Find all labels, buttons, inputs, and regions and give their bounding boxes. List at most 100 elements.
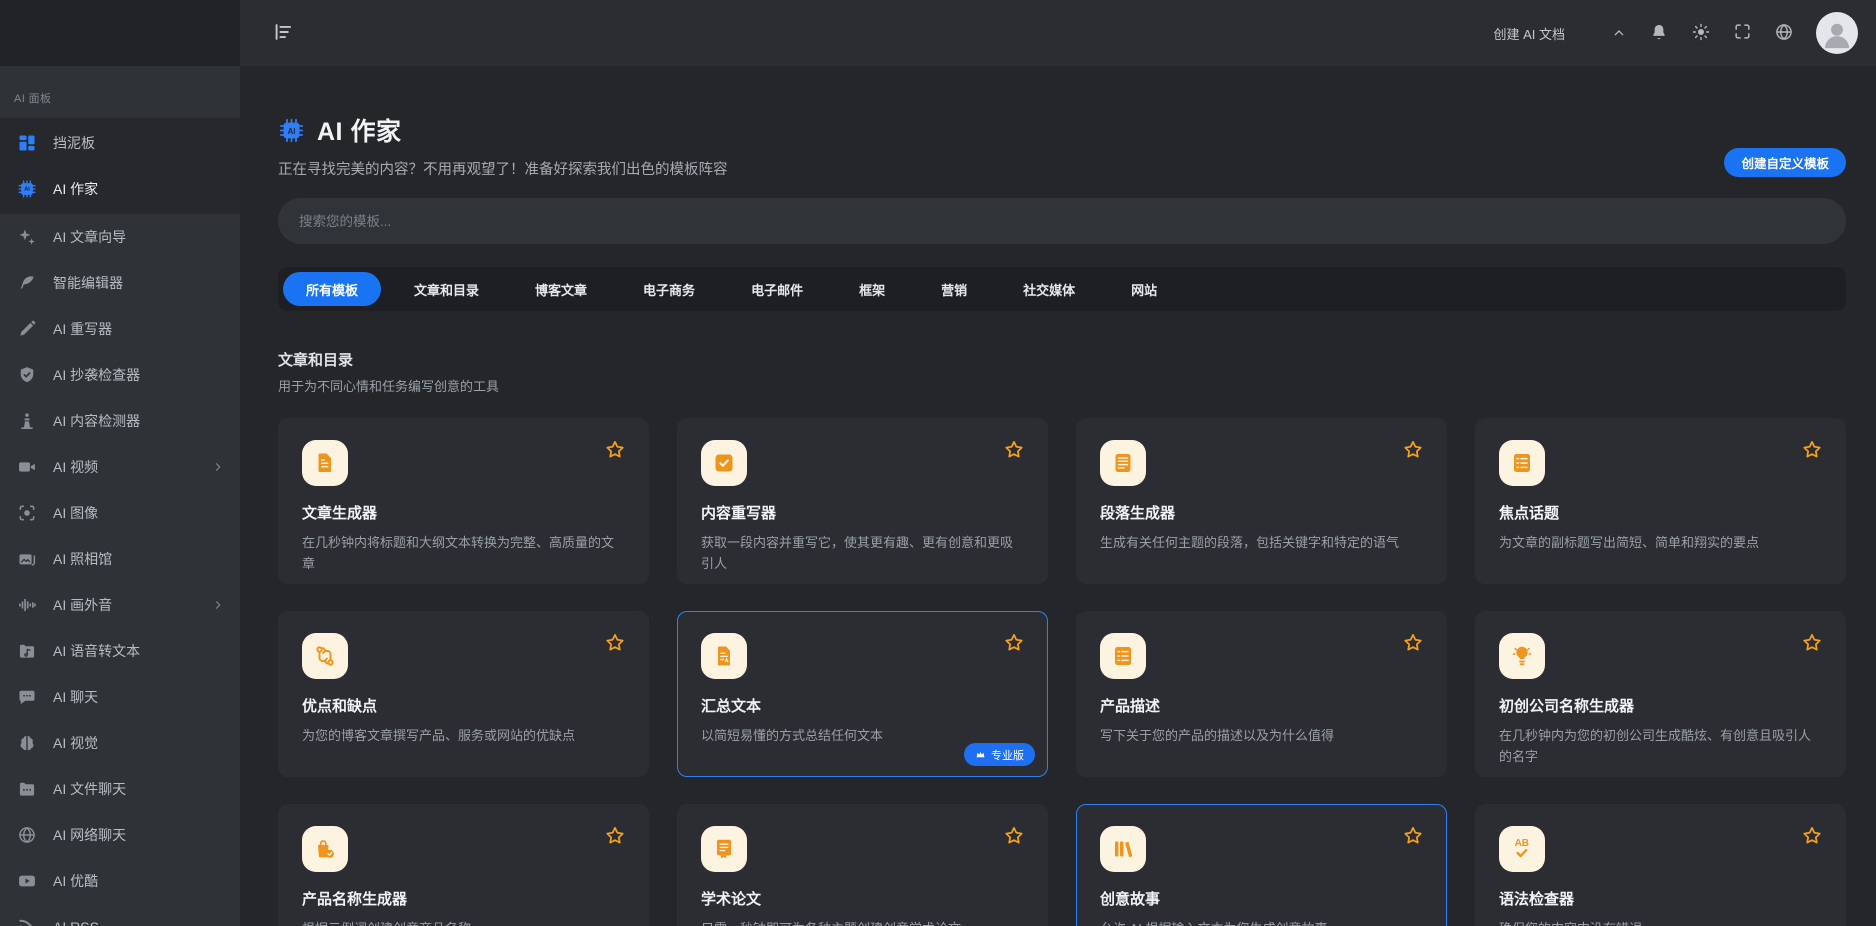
template-title: 段落生成器: [1100, 502, 1423, 523]
sidebar-item-chat[interactable]: AI 聊天: [0, 674, 240, 720]
sidebar-item-rss[interactable]: AI RSS: [0, 904, 240, 926]
favorite-star-icon[interactable]: [1003, 439, 1025, 461]
template-title: 创意故事: [1100, 888, 1423, 909]
pros-cons-icon: [302, 633, 348, 679]
sidebar-item-label: AI 网络聊天: [53, 825, 126, 845]
tab-4[interactable]: 电子商务: [620, 272, 718, 306]
template-card-pros-and-cons[interactable]: 优点和缺点为您的博客文章撰写产品、服务或网站的优缺点: [278, 611, 649, 777]
app-window: 创建 AI 文档 AI 面板 挡泥板 AI AI 作家 AI 文章向导智能编辑器 AI …: [0, 0, 1876, 926]
ai-chip-icon: AI: [16, 179, 38, 199]
sidebar-item-label: AI 视觉: [53, 733, 98, 753]
favorite-star-icon[interactable]: [604, 439, 626, 461]
template-title: 内容重写器: [701, 502, 1024, 523]
favorite-star-icon[interactable]: [1801, 825, 1823, 847]
globe-icon: [1774, 22, 1794, 45]
sidebar-item-label: AI 聊天: [53, 687, 98, 707]
template-title: 产品名称生成器: [302, 888, 625, 909]
tab-2[interactable]: 文章和目录: [391, 272, 502, 306]
sidebar-item-label: AI 优酷: [53, 871, 98, 891]
category-tabs: 所有模板文章和目录博客文章电子商务电子邮件框架营销社交媒体网站: [278, 267, 1846, 311]
create-ai-doc-dropdown[interactable]: 创建 AI 文档: [1493, 24, 1565, 43]
template-description: 确保您的内容中没有错误: [1499, 918, 1822, 926]
tab-5[interactable]: 电子邮件: [728, 272, 826, 306]
template-card-product-description[interactable]: 产品描述写下关于您的产品的描述以及为什么值得: [1076, 611, 1447, 777]
sidebar-item-label: AI 内容检测器: [53, 411, 140, 431]
sidebar-item-plagiarism-checker[interactable]: AI 抄袭检查器: [0, 352, 240, 398]
favorite-star-icon[interactable]: [1402, 439, 1424, 461]
sidebar-item-web-chat[interactable]: AI 网络聊天: [0, 812, 240, 858]
sidebar-item-voiceover[interactable]: AI 画外音: [0, 582, 240, 628]
notifications-button[interactable]: [1649, 22, 1669, 45]
language-button[interactable]: [1774, 22, 1794, 45]
bell-icon: [1649, 22, 1669, 45]
template-description: 为您的博客文章撰写产品、服务或网站的优缺点: [302, 725, 625, 746]
top-bar: 创建 AI 文档: [0, 0, 1876, 66]
user-avatar[interactable]: [1816, 12, 1858, 54]
create-custom-template-button[interactable]: 创建自定义模板: [1724, 148, 1846, 177]
template-title: 学术论文: [701, 888, 1024, 909]
grammar-icon: AB: [1499, 826, 1545, 872]
template-card-product-name-generator[interactable]: 产品名称生成器根据示例词创建创意商品名称: [278, 804, 649, 926]
tab-3[interactable]: 博客文章: [512, 272, 610, 306]
sidebar-item-vision[interactable]: AI 视觉: [0, 720, 240, 766]
template-description: 根据示例词创建创意商品名称: [302, 918, 625, 926]
template-card-grammar-checker[interactable]: AB语法检查器确保您的内容中没有错误: [1475, 804, 1846, 926]
theme-toggle-button[interactable]: [1691, 22, 1711, 45]
chevron-right-icon: [212, 461, 224, 473]
image-icon: [16, 503, 38, 523]
favorite-star-icon[interactable]: [1402, 632, 1424, 654]
sidebar-item-image[interactable]: AI 图像: [0, 490, 240, 536]
sidebar-item-speech-to-text[interactable]: AI 语音转文本: [0, 628, 240, 674]
sidebar-item-smart-editor[interactable]: 智能编辑器: [0, 260, 240, 306]
checklist-icon: [1499, 440, 1545, 486]
template-card-talking-points[interactable]: 焦点话题为文章的副标题写出简短、简单和翔实的要点: [1475, 418, 1846, 584]
tab-7[interactable]: 营销: [918, 272, 990, 306]
template-card-article-generator[interactable]: 文章生成器在几秒钟内将标题和大纲文本转换为完整、高质量的文章: [278, 418, 649, 584]
sidebar-item-label: AI 抄袭检查器: [53, 365, 140, 385]
tab-6[interactable]: 框架: [836, 272, 908, 306]
product-name-icon: [302, 826, 348, 872]
menu-toggle-button[interactable]: [272, 21, 294, 46]
tab-8[interactable]: 社交媒体: [1000, 272, 1098, 306]
sun-icon: [1691, 22, 1711, 45]
sidebar-item-ai-writer[interactable]: AI AI 作家: [0, 166, 240, 212]
tab-1[interactable]: 所有模板: [283, 272, 381, 306]
sidebar-item-content-detector[interactable]: AI 内容检测器: [0, 398, 240, 444]
favorite-star-icon[interactable]: [1003, 825, 1025, 847]
sidebar-item-label: AI 视频: [53, 457, 98, 477]
sidebar-item-file-chat[interactable]: AI 文件聊天: [0, 766, 240, 812]
favorite-star-icon[interactable]: [604, 825, 626, 847]
favorite-star-icon[interactable]: [1003, 632, 1025, 654]
doc-icon: [302, 440, 348, 486]
page-header: AI AI 作家 正在寻找完美的内容？不用再观望了！准备好探索我们出色的模板阵容…: [278, 112, 1846, 179]
favorite-star-icon[interactable]: [1402, 825, 1424, 847]
sidebar-item-dashboard[interactable]: 挡泥板: [0, 120, 240, 166]
person-icon: [1820, 17, 1854, 54]
fullscreen-icon: [1733, 22, 1752, 44]
sidebar-item-label: AI 作家: [53, 179, 98, 199]
tab-9[interactable]: 网站: [1108, 272, 1180, 306]
template-card-summarize-text[interactable]: 汇总文本以简短易懂的方式总结任何文本专业版: [677, 611, 1048, 777]
chevron-up-icon[interactable]: [1611, 25, 1627, 41]
sidebar-section-label: AI 面板: [0, 66, 240, 118]
sidebar-item-label: AI RSS: [53, 919, 99, 926]
template-card-creative-story[interactable]: 创意故事允许 AI 根据输入文本为您生成创意故事: [1076, 804, 1447, 926]
favorite-star-icon[interactable]: [1801, 632, 1823, 654]
template-card-paragraph-generator[interactable]: 段落生成器生成有关任何主题的段落，包括关键字和特定的语气: [1076, 418, 1447, 584]
sidebar-item-video[interactable]: AI 视频: [0, 444, 240, 490]
sidebar-item-rewriter[interactable]: AI 重写器: [0, 306, 240, 352]
template-card-content-rewriter[interactable]: 内容重写器获取一段内容并重写它，使其更有趣、更有创意和更吸引人: [677, 418, 1048, 584]
template-card-academic-essay[interactable]: 学术论文只需一秒钟即可为各种主题创建创意学术论文: [677, 804, 1048, 926]
sidebar-item-label: 挡泥板: [53, 133, 95, 153]
sidebar-item-youtube[interactable]: AI 优酷: [0, 858, 240, 904]
sidebar-item-photo-studio[interactable]: AI 照相馆: [0, 536, 240, 582]
sidebar-item-article-wizard[interactable]: AI 文章向导: [0, 214, 240, 260]
search-input[interactable]: [299, 214, 1825, 229]
sidebar-item-label: AI 重写器: [53, 319, 112, 339]
fullscreen-button[interactable]: [1733, 22, 1752, 44]
content-detector-icon: [16, 411, 38, 431]
favorite-star-icon[interactable]: [604, 632, 626, 654]
favorite-star-icon[interactable]: [1801, 439, 1823, 461]
template-card-startup-name-generator[interactable]: 初创公司名称生成器在几秒钟内为您的初创公司生成酷炫、有创意且吸引人的名字: [1475, 611, 1846, 777]
dashboard-icon: [16, 133, 38, 153]
